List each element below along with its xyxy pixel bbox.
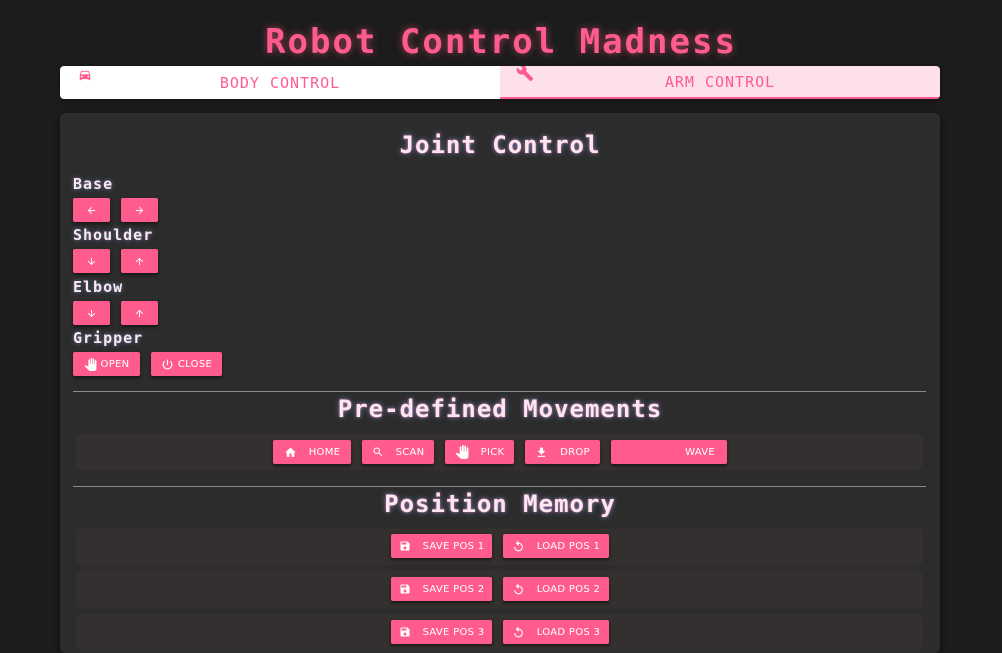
- gripper-close-button[interactable]: CLOSE: [151, 352, 222, 376]
- divider: [73, 486, 926, 487]
- restore-icon: [512, 626, 525, 639]
- save-pos-2-button[interactable]: SAVE POS 2: [391, 577, 492, 601]
- arrow-right-icon: [134, 205, 145, 216]
- save-pos-3-label: SAVE POS 3: [422, 626, 485, 638]
- arrow-up-icon: [134, 308, 145, 319]
- load-pos-2-label: LOAD POS 2: [536, 583, 601, 595]
- tab-body-control[interactable]: BODY CONTROL: [60, 66, 500, 99]
- car-icon: [78, 68, 92, 82]
- save-pos-3-button[interactable]: SAVE POS 3: [391, 620, 492, 644]
- shoulder-up-button[interactable]: [121, 249, 158, 273]
- base-left-button[interactable]: [73, 198, 110, 222]
- save-pos-2-label: SAVE POS 2: [422, 583, 485, 595]
- drop-button[interactable]: DROP: [525, 440, 600, 464]
- tab-bar: BODY CONTROL ARM CONTROL: [60, 66, 940, 99]
- save-icon: [399, 626, 411, 638]
- load-pos-1-label: LOAD POS 1: [536, 540, 601, 552]
- restore-icon: [512, 540, 525, 553]
- restore-icon: [512, 583, 525, 596]
- load-pos-3-button[interactable]: LOAD POS 3: [503, 620, 609, 644]
- tab-arm-control-label: ARM CONTROL: [664, 72, 776, 91]
- save-icon: [399, 540, 411, 552]
- memory-row-3: SAVE POS 3 LOAD POS 3: [76, 614, 923, 651]
- pick-label: PICK: [480, 446, 505, 458]
- scan-button[interactable]: SCAN: [362, 440, 434, 464]
- gripper-open-label: OPEN: [100, 358, 130, 370]
- joint-label-base: Base: [73, 175, 114, 193]
- memory-title: Position Memory: [384, 490, 616, 518]
- save-pos-1-label: SAVE POS 1: [422, 540, 485, 552]
- scan-label: SCAN: [395, 446, 425, 458]
- drop-label: DROP: [560, 446, 590, 458]
- gripper-open-button[interactable]: OPEN: [73, 352, 140, 376]
- app-title: Robot Control Madness: [265, 22, 737, 62]
- search-icon: [372, 446, 384, 458]
- hand-icon: [84, 357, 97, 371]
- predefined-row: HOME SCAN PICK DROP WAVE: [76, 434, 923, 470]
- elbow-down-button[interactable]: [73, 301, 110, 325]
- wave-label: WAVE: [685, 446, 715, 458]
- arrow-left-icon: [86, 205, 97, 216]
- tab-body-control-label: BODY CONTROL: [219, 73, 341, 92]
- wrench-icon: [516, 66, 534, 82]
- load-pos-2-button[interactable]: LOAD POS 2: [503, 577, 609, 601]
- joint-label-shoulder: Shoulder: [73, 226, 154, 244]
- load-pos-3-label: LOAD POS 3: [536, 626, 601, 638]
- divider: [73, 391, 926, 392]
- memory-row-1: SAVE POS 1 LOAD POS 1: [76, 528, 923, 565]
- home-label: HOME: [308, 446, 341, 458]
- hand-icon: [455, 445, 469, 459]
- pick-button[interactable]: PICK: [445, 440, 514, 464]
- arm-control-panel: Joint Control Base Shoulder Elbow Grippe…: [60, 113, 940, 653]
- arrow-down-icon: [86, 256, 97, 267]
- save-icon: [399, 583, 411, 595]
- tab-arm-control[interactable]: ARM CONTROL: [500, 66, 940, 99]
- arrow-down-icon: [86, 308, 97, 319]
- home-icon: [284, 446, 297, 459]
- power-icon: [161, 358, 174, 371]
- memory-row-2: SAVE POS 2 LOAD POS 2: [76, 571, 923, 608]
- joint-label-gripper: Gripper: [73, 329, 144, 347]
- shoulder-down-button[interactable]: [73, 249, 110, 273]
- joint-label-elbow: Elbow: [73, 278, 124, 296]
- wave-button[interactable]: WAVE: [611, 440, 727, 464]
- predefined-title: Pre-defined Movements: [337, 395, 663, 423]
- download-icon: [535, 446, 548, 459]
- home-button[interactable]: HOME: [273, 440, 351, 464]
- gripper-close-label: CLOSE: [177, 358, 213, 370]
- base-right-button[interactable]: [121, 198, 158, 222]
- joint-control-title: Joint Control: [399, 131, 601, 159]
- save-pos-1-button[interactable]: SAVE POS 1: [391, 534, 492, 558]
- elbow-up-button[interactable]: [121, 301, 158, 325]
- load-pos-1-button[interactable]: LOAD POS 1: [503, 534, 609, 558]
- arrow-up-icon: [134, 256, 145, 267]
